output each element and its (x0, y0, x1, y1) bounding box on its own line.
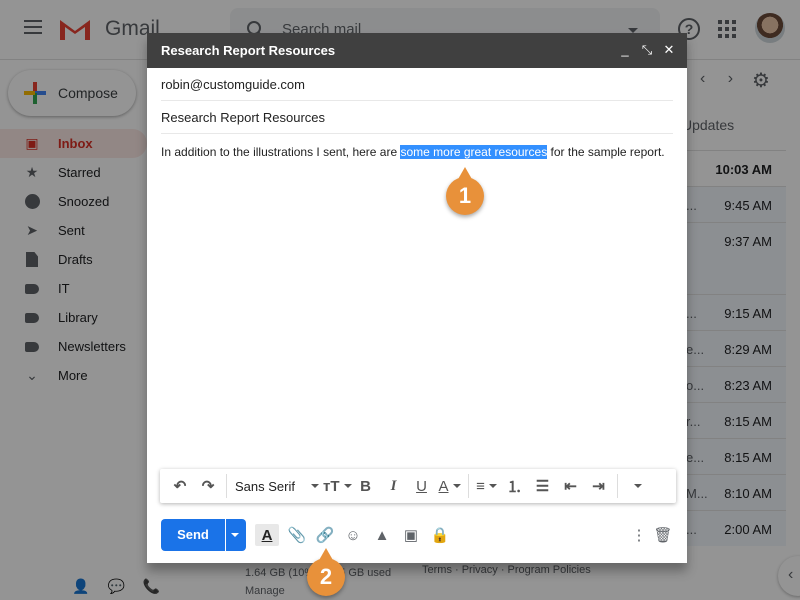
italic-icon[interactable]: I (380, 474, 408, 498)
selected-text[interactable]: some more great resources (400, 145, 548, 159)
toolbar-divider (616, 474, 618, 498)
compose-header: Research Report Resources _ ⤡ ✕ (147, 33, 687, 68)
font-select[interactable]: Sans Serif (231, 474, 323, 498)
toolbar-divider (467, 474, 469, 498)
bulleted-list-icon[interactable]: ☰ (529, 474, 557, 498)
message-body[interactable]: In addition to the illustrations I sent,… (161, 145, 665, 159)
align-icon[interactable]: ≡ (473, 474, 501, 498)
emoji-icon[interactable]: ☺ (341, 524, 365, 546)
more-options-icon[interactable]: ⋮ (627, 524, 651, 546)
insert-link-icon[interactable]: 🔗 (313, 524, 337, 546)
numbered-list-icon[interactable]: ⒈ (501, 474, 529, 498)
send-button[interactable]: Send (161, 519, 225, 551)
toolbar-divider (226, 474, 227, 498)
exit-fullscreen-icon[interactable]: ⤡ (641, 42, 653, 58)
font-name: Sans Serif (235, 478, 295, 494)
confidential-mode-icon[interactable]: 🔒 (428, 524, 452, 546)
window-controls: _ ⤡ ✕ (619, 42, 675, 58)
attach-file-icon[interactable]: 📎 (285, 524, 309, 546)
indent-more-icon[interactable]: ⇥ (585, 474, 613, 498)
body-text-after: for the sample report. (547, 145, 665, 159)
undo-icon[interactable]: ↶ (166, 474, 194, 498)
compose-window: Research Report Resources _ ⤡ ✕ robin@cu… (147, 33, 687, 563)
to-field[interactable]: robin@customguide.com (161, 68, 673, 101)
text-size-icon[interactable]: тT (323, 474, 352, 498)
compose-title: Research Report Resources (161, 43, 336, 58)
compose-actions: Send A 📎 🔗 ☺ ▲ ▣ 🔒 ⋮ 🗑 (161, 519, 673, 553)
underline-icon[interactable]: U (408, 474, 436, 498)
discard-draft-icon[interactable]: 🗑 (651, 524, 675, 546)
indent-less-icon[interactable]: ⇤ (557, 474, 585, 498)
redo-icon[interactable]: ↷ (194, 474, 222, 498)
subject-field[interactable]: Research Report Resources (161, 101, 673, 134)
callout-step-2: 2 (307, 548, 345, 596)
callout-step-1: 1 (446, 167, 484, 215)
close-icon[interactable]: ✕ (663, 42, 675, 58)
minimize-icon[interactable]: _ (619, 42, 631, 58)
formatting-options-icon[interactable]: A (255, 524, 279, 546)
text-color-icon[interactable]: A (436, 474, 464, 498)
more-formatting-icon[interactable] (622, 474, 650, 498)
body-text-before: In addition to the illustrations I sent,… (161, 145, 401, 159)
google-drive-icon[interactable]: ▲ (370, 524, 394, 546)
chevron-down-icon (231, 533, 239, 537)
insert-photo-icon[interactable]: ▣ (399, 524, 423, 546)
bold-icon[interactable]: B (352, 474, 380, 498)
send-options-button[interactable] (226, 519, 246, 551)
formatting-toolbar: ↶ ↷ Sans Serif тT B I U A ≡ ⒈ ☰ ⇤ ⇥ (160, 469, 676, 503)
